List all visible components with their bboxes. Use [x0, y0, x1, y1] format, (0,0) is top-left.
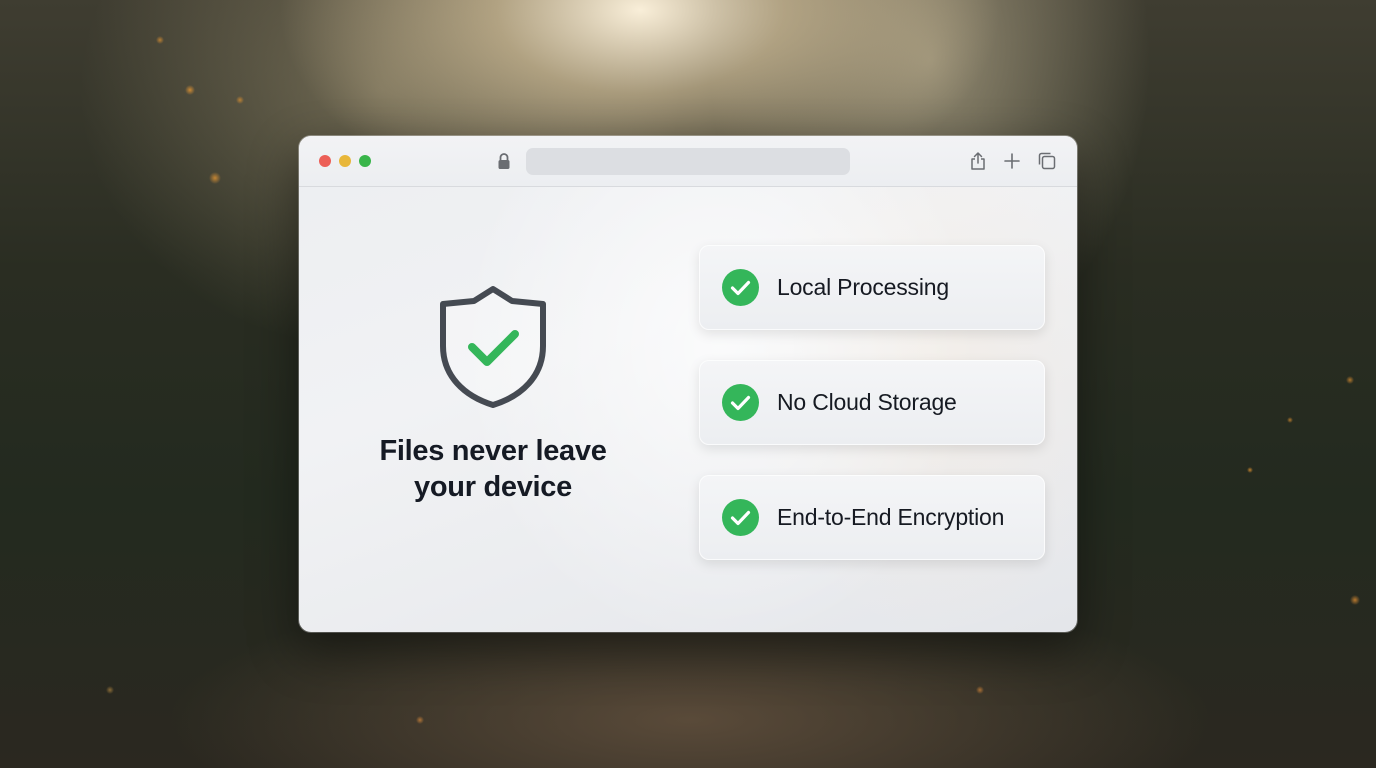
lock-icon: [498, 153, 510, 169]
check-circle-icon: [722, 499, 759, 536]
minimize-window-button[interactable]: [339, 155, 351, 167]
headline-line-2: your device: [414, 471, 572, 503]
page-content: Files never leave your device Local Proc…: [299, 187, 1077, 632]
address-bar[interactable]: [526, 148, 850, 175]
check-circle-icon: [722, 384, 759, 421]
share-icon[interactable]: [967, 150, 989, 172]
feature-card-local-processing: Local Processing: [699, 245, 1045, 330]
feature-label: Local Processing: [777, 274, 949, 300]
shield-check-icon: [440, 286, 546, 408]
check-circle-icon: [722, 269, 759, 306]
page-title: Files never leave your device: [343, 433, 643, 505]
new-tab-icon[interactable]: [1001, 150, 1023, 172]
tab-overview-icon[interactable]: [1036, 150, 1058, 172]
feature-label: No Cloud Storage: [777, 389, 957, 415]
feature-card-no-cloud-storage: No Cloud Storage: [699, 360, 1045, 445]
close-window-button[interactable]: [319, 155, 331, 167]
feature-label: End-to-End Encryption: [777, 504, 1005, 530]
browser-window: Files never leave your device Local Proc…: [299, 136, 1077, 632]
zoom-window-button[interactable]: [359, 155, 371, 167]
feature-card-end-to-end-encryption: End-to-End Encryption: [699, 475, 1045, 560]
browser-toolbar: [299, 136, 1077, 187]
headline-line-1: Files never leave: [379, 435, 607, 467]
